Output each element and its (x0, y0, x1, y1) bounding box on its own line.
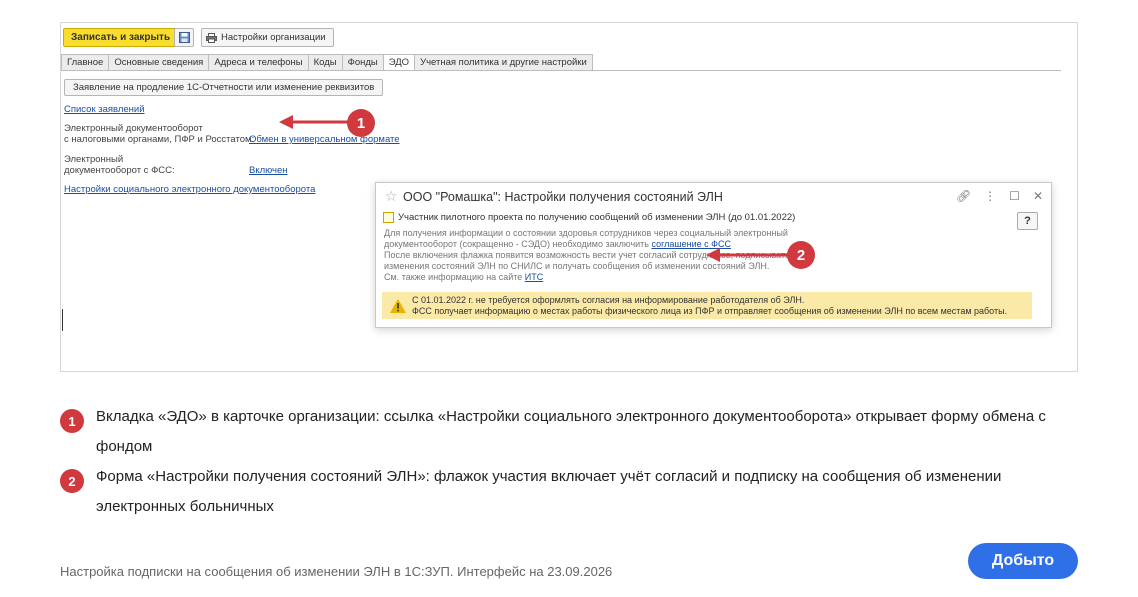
tab-codes[interactable]: Коды (308, 54, 343, 71)
arrow-2-icon (706, 248, 788, 262)
got-it-button[interactable]: Добыто (968, 543, 1078, 579)
warning-line-1: С 01.01.2022 г. не требуется оформлять с… (412, 294, 805, 305)
its-link[interactable]: ИТС (525, 272, 543, 282)
edo-fss-label-line2: документооборот с ФСС: (64, 165, 175, 176)
warning-panel: С 01.01.2022 г. не требуется оформлять с… (382, 292, 1032, 319)
legend-num-1: 1 (60, 409, 84, 433)
legend-item-1: 1 Вкладка «ЭДО» в карточке организации: … (60, 408, 1086, 462)
marker-2: 2 (787, 241, 815, 269)
renew-application-button[interactable]: Заявление на продление 1С-Отчетности или… (64, 79, 384, 96)
warning-text: С 01.01.2022 г. не требуется оформлять с… (412, 295, 1007, 317)
save-button[interactable] (174, 28, 194, 47)
desc-line-5-text: См. также информацию на сайте (384, 272, 525, 282)
tab-funds[interactable]: Фонды (342, 54, 384, 71)
help-button[interactable]: ? (1017, 212, 1038, 230)
star-icon[interactable]: ☆ (385, 188, 398, 205)
edo-tax-label-line2: с налоговыми органами, ПФР и Росстатом: (64, 134, 255, 145)
edo-fss-label: Электронный документооборот с ФСС: (64, 154, 175, 176)
marker-1: 1 (347, 109, 375, 137)
social-edo-settings-link[interactable]: Настройки социального электронного докум… (64, 184, 315, 195)
maximize-icon[interactable]: ☐ (1009, 189, 1020, 203)
tab-edo[interactable]: ЭДО (383, 54, 416, 71)
link-icon[interactable]: 🔗︎ (956, 189, 971, 203)
legend-text-2: Форма «Настройки получения состояний ЭЛН… (96, 468, 1002, 515)
desc-line-2-text: документооборот (сокращенно - СЭДО) необ… (384, 239, 652, 249)
printer-icon (206, 32, 217, 43)
legend-num-2: 2 (60, 469, 84, 493)
arrow-1-icon (279, 115, 349, 129)
tab-addresses[interactable]: Адреса и телефоны (209, 54, 309, 71)
pilot-project-label: Участник пилотного проекта по получению … (398, 212, 796, 223)
dialog-controls: 🔗︎ ⋮ ☐ ✕ (956, 189, 1043, 203)
edo-tax-label: Электронный документооборот с налоговыми… (64, 123, 254, 145)
legend-text-1: Вкладка «ЭДО» в карточке организации: сс… (96, 408, 1046, 455)
text-cursor (62, 309, 63, 331)
desc-line-1: Для получения информации о состоянии здо… (384, 228, 788, 238)
tab-basic-info[interactable]: Основные сведения (109, 54, 210, 71)
edo-tax-label-line1: Электронный документооборот (64, 123, 203, 134)
more-vertical-icon[interactable]: ⋮ (984, 189, 996, 203)
pilot-project-checkbox[interactable] (383, 212, 394, 223)
legend-item-2: 2 Форма «Настройки получения состояний Э… (60, 468, 1086, 522)
save-close-button[interactable]: Записать и закрыть (63, 28, 179, 47)
figure-caption: Настройка подписки на сообщения об измен… (60, 564, 613, 579)
eln-settings-dialog: ☆ ООО "Ромашка": Настройки получения сос… (375, 182, 1052, 328)
tab-divider (61, 70, 1061, 71)
edo-tax-value-link[interactable]: Обмен в универсальном формате (249, 134, 400, 145)
tab-accounting-policy[interactable]: Учетная политика и другие настройки (415, 54, 593, 71)
edo-fss-value-link[interactable]: Включен (249, 165, 288, 176)
org-settings-button[interactable]: Настройки организации (201, 28, 334, 47)
desc-line-4: изменения состояний ЭЛН по СНИЛС и получ… (384, 261, 770, 271)
warning-line-2: ФСС получает информацию о местах работы … (412, 305, 1008, 316)
warning-icon (390, 298, 406, 313)
applications-list-link[interactable]: Список заявлений (64, 104, 145, 115)
org-tabs: Главное Основные сведения Адреса и телеф… (61, 54, 593, 71)
close-icon[interactable]: ✕ (1033, 189, 1043, 203)
desc-line-5: См. также информацию на сайте ИТС (384, 272, 812, 283)
screenshot-frame: Записать и закрыть Настройки организации… (60, 22, 1078, 372)
tab-main[interactable]: Главное (61, 54, 110, 71)
org-settings-label: Настройки организации (221, 32, 326, 43)
edo-fss-label-line1: Электронный (64, 154, 124, 165)
dialog-title: ООО "Ромашка": Настройки получения состо… (403, 190, 723, 204)
floppy-disk-icon (178, 32, 190, 43)
